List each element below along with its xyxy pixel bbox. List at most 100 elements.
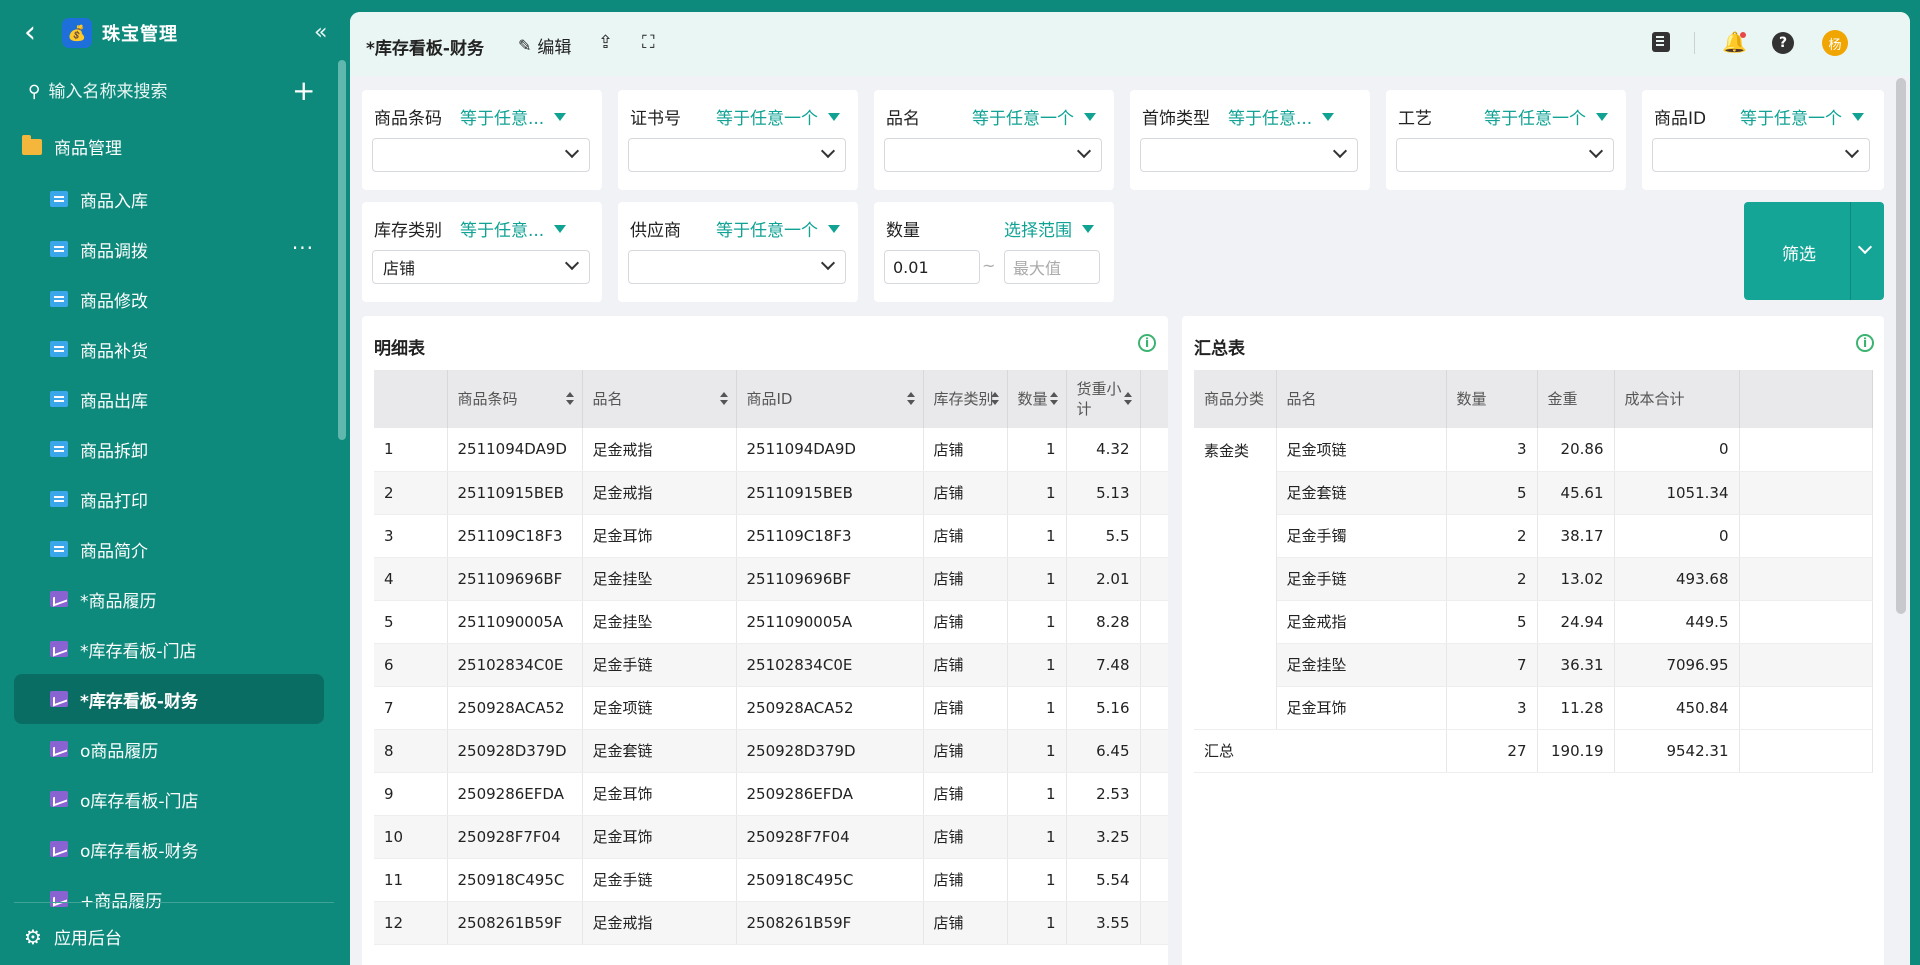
filter-select[interactable] [1652, 138, 1870, 172]
table-row[interactable]: 6 25102834C0E 足金手链 25102834C0E 店铺 1 7.48 [374, 643, 1168, 687]
chart-icon [50, 791, 68, 807]
sidebar-search-input[interactable] [48, 82, 279, 102]
chevron-down-icon[interactable] [1857, 239, 1873, 255]
filter-button[interactable]: 筛选 [1744, 202, 1884, 300]
filter-select[interactable] [628, 138, 846, 172]
table-row[interactable]: 7 250928ACA52 足金项链 250928ACA52 店铺 1 5.16 [374, 686, 1168, 730]
sort-icon[interactable] [1049, 392, 1058, 406]
filter-operator[interactable]: 等于任意... [460, 104, 567, 129]
sidebar-item[interactable]: +商品履历 [14, 874, 324, 924]
sidebar-item-label: o库存看板-财务 [80, 841, 199, 862]
info-icon[interactable]: i [1138, 334, 1156, 352]
avatar[interactable]: 杨 [1822, 30, 1848, 56]
quantity-min-input[interactable]: 0.01 [884, 250, 980, 284]
column-header[interactable]: 货重小计 [1066, 370, 1141, 428]
table-row[interactable]: 3 251109C18F3 足金耳饰 251109C18F3 店铺 1 5.5 [374, 514, 1168, 558]
column-header[interactable]: 商品条码 [447, 370, 583, 428]
sort-icon[interactable] [990, 392, 999, 406]
help-icon[interactable]: ? [1772, 32, 1794, 54]
filter-select[interactable] [1140, 138, 1358, 172]
sidebar-item[interactable]: 商品调拨 ··· [14, 224, 324, 274]
sidebar-item[interactable]: 商品补货 [14, 324, 324, 374]
sidebar-scrollbar[interactable] [338, 60, 346, 440]
sidebar-item[interactable]: 商品入库 [14, 174, 324, 224]
filter-operator[interactable]: 选择范围 [1004, 216, 1094, 241]
filter-select[interactable] [884, 138, 1102, 172]
fullscreen-icon[interactable]: ⛶ [642, 32, 655, 53]
sidebar-footer-admin[interactable]: ⚙ 应用后台 [24, 924, 122, 950]
sidebar-item[interactable]: o库存看板-财务 [14, 824, 324, 874]
add-icon[interactable]: + [292, 74, 315, 107]
table-row[interactable]: 足金戒指 5 24.94 449.5 [1194, 600, 1873, 644]
more-options-icon[interactable]: ··· [292, 236, 314, 260]
info-icon[interactable]: i [1856, 334, 1874, 352]
sidebar-item[interactable]: o商品履历 [14, 724, 324, 774]
table-row[interactable]: 足金手链 2 13.02 493.68 [1194, 557, 1873, 601]
sidebar-item[interactable]: *商品履历 [14, 574, 324, 624]
column-header[interactable]: 金重 [1537, 370, 1615, 428]
detail-panel: 明细表 i 商品条码 品名 商品ID 库存类别 数量 货重小计 1 2511094DA9D 足… [362, 316, 1168, 965]
sidebar-item[interactable]: 商品拆卸 [14, 424, 324, 474]
table-row[interactable]: 11 250918C495C 足金手链 250918C495C 店铺 1 5.54 [374, 858, 1168, 902]
sort-icon[interactable] [719, 392, 728, 406]
table-row[interactable]: 2 25110915BEB 足金戒指 25110915BEB 店铺 1 5.13 [374, 471, 1168, 515]
column-header[interactable] [374, 370, 448, 428]
filter-select[interactable] [1396, 138, 1614, 172]
column-header [1140, 370, 1168, 428]
caret-down-icon [554, 224, 567, 233]
filter-operator[interactable]: 等于任意一个 [716, 216, 840, 241]
table-row[interactable]: 4 251109696BF 足金挂坠 251109696BF 店铺 1 2.01 [374, 557, 1168, 601]
filter-operator[interactable]: 等于任意一个 [1740, 104, 1864, 129]
main-scrollbar[interactable] [1896, 78, 1906, 614]
table-row[interactable]: 1 2511094DA9D 足金戒指 2511094DA9D 店铺 1 4.32 [374, 428, 1168, 472]
table-row[interactable]: 8 250928D379D 足金套链 250928D379D 店铺 1 6.45 [374, 729, 1168, 773]
sort-icon[interactable] [565, 392, 574, 406]
table-row[interactable]: 素金类 足金项链 3 20.86 0 [1194, 428, 1873, 730]
table-row[interactable]: 10 250928F7F04 足金耳饰 250928F7F04 店铺 1 3.25 [374, 815, 1168, 859]
sidebar-item[interactable]: 商品简介 [14, 524, 324, 574]
filter-operator[interactable]: 等于任意... [460, 216, 567, 241]
filter-operator[interactable]: 等于任意一个 [716, 104, 840, 129]
table-row[interactable]: 足金手镯 2 38.17 0 [1194, 514, 1873, 558]
sidebar-item[interactable]: o库存看板-门店 [14, 774, 324, 824]
column-header[interactable]: 商品分类 [1194, 370, 1277, 428]
quantity-max-input[interactable]: 最大值 [1004, 250, 1100, 284]
sidebar-item[interactable]: 商品打印 [14, 474, 324, 524]
sidebar-item[interactable]: 商品修改 [14, 274, 324, 324]
collapse-sidebar-icon[interactable]: « [314, 20, 327, 45]
table-row[interactable]: 12 2508261B59F 足金戒指 2508261B59F 店铺 1 3.55 [374, 901, 1168, 945]
table-row[interactable]: 足金套链 5 45.61 1051.34 [1194, 471, 1873, 515]
column-header[interactable] [1739, 370, 1873, 428]
sidebar-group-product-management[interactable]: 商品管理 [22, 134, 122, 159]
sort-icon[interactable] [1123, 392, 1132, 406]
column-header[interactable]: 库存类别 [923, 370, 1008, 428]
share-icon[interactable]: ⇪ [598, 32, 613, 53]
column-header[interactable]: 成本合计 [1614, 370, 1740, 428]
column-header[interactable]: 品名 [582, 370, 737, 428]
back-arrow-icon[interactable]: ‹ [24, 18, 48, 48]
filter-operator[interactable]: 等于任意... [1228, 104, 1335, 129]
column-header[interactable]: 品名 [1276, 370, 1447, 428]
filter-select[interactable] [628, 250, 846, 284]
notebook-icon[interactable] [1652, 32, 1670, 52]
filter-operator[interactable]: 等于任意一个 [972, 104, 1096, 129]
sort-icon[interactable] [906, 392, 915, 406]
sidebar-item[interactable]: *库存看板-财务 [14, 674, 324, 724]
table-cell: 5.54 [1066, 858, 1141, 902]
table-row[interactable]: 足金挂坠 7 36.31 7096.95 [1194, 643, 1873, 687]
column-header[interactable]: 商品ID [736, 370, 924, 428]
table-row[interactable]: 9 2509286EFDA 足金耳饰 2509286EFDA 店铺 1 2.53 [374, 772, 1168, 816]
edit-button[interactable]: ✎ 编辑 [518, 33, 571, 58]
pen-icon: ✎ [518, 36, 532, 55]
sidebar-item[interactable]: *库存看板-门店 [14, 624, 324, 674]
notification-dot [1740, 32, 1746, 38]
filter-select[interactable] [372, 138, 590, 172]
sidebar-item[interactable]: 商品出库 [14, 374, 324, 424]
filter-operator[interactable]: 等于任意一个 [1484, 104, 1608, 129]
table-row[interactable]: 5 2511090005A 足金挂坠 2511090005A 店铺 1 8.28 [374, 600, 1168, 644]
table-row[interactable]: 足金耳饰 3 11.28 450.84 [1194, 686, 1873, 730]
range-separator: ~ [982, 256, 996, 275]
column-header[interactable]: 数量 [1446, 370, 1538, 428]
filter-select[interactable]: 店铺 [372, 250, 590, 284]
column-header[interactable]: 数量 [1007, 370, 1067, 428]
